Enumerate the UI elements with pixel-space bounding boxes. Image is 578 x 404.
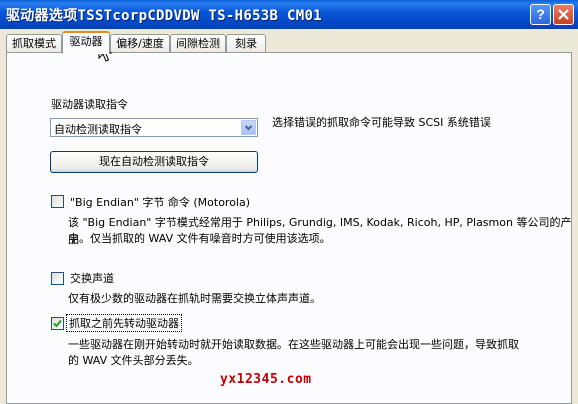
help-button[interactable]: ? [530, 4, 551, 25]
close-icon [558, 9, 569, 20]
watermark-text: yx12345.com [220, 372, 312, 387]
checkmark-icon [53, 319, 62, 328]
chevron-down-icon [244, 125, 253, 131]
big-endian-desc-2: 中。仅当抓取的 WAV 文件有噪音时方可使用该选项。 [68, 232, 331, 245]
spin-up-desc-2: 的 WAV 文件头部分丢失。 [68, 354, 199, 367]
spin-up-desc-1: 一些驱动器在刚开始转动时就开始读取数据。在这些驱动器上可能会出现一些问题，导致抓… [68, 338, 519, 351]
auto-detect-button[interactable]: 现在自动检测读取指令 [50, 151, 258, 173]
tab-burn[interactable]: 刻录 [226, 34, 266, 52]
close-button[interactable] [553, 4, 574, 25]
title-bar: 驱动器选项TSSTcorpCDDVDW TS-H653B CM01 ? [0, 0, 578, 29]
tab-rip-mode[interactable]: 抓取模式 [6, 34, 62, 52]
swap-channels-checkbox[interactable] [51, 272, 64, 285]
window-title: 驱动器选项TSSTcorpCDDVDW TS-H653B CM01 [6, 8, 322, 24]
read-command-value: 自动检测读取指令 [54, 123, 142, 136]
big-endian-checkbox[interactable] [51, 195, 64, 208]
tab-gap-detection[interactable]: 间隙检测 [170, 34, 226, 52]
read-command-select[interactable]: 自动检测读取指令 [50, 118, 258, 137]
dropdown-button[interactable] [241, 120, 256, 135]
tab-drive[interactable]: 驱动器 [62, 31, 110, 54]
read-command-hint: 选择错误的抓取命令可能导致 SCSI 系统错误 [272, 116, 491, 129]
read-command-label: 驱动器读取指令 [51, 98, 128, 111]
tab-offset-speed[interactable]: 偏移/速度 [110, 34, 170, 52]
spin-up-label: 抓取之前先转动驱动器 [66, 314, 182, 332]
swap-channels-label: 交换声道 [70, 272, 114, 285]
spin-up-checkbox[interactable] [51, 317, 64, 330]
swap-channels-desc: 仅有极少数的驱动器在抓轨时需要交换立体声声道。 [68, 292, 321, 305]
big-endian-label: "Big Endian" 字节 命令 (Motorola) [70, 196, 251, 209]
